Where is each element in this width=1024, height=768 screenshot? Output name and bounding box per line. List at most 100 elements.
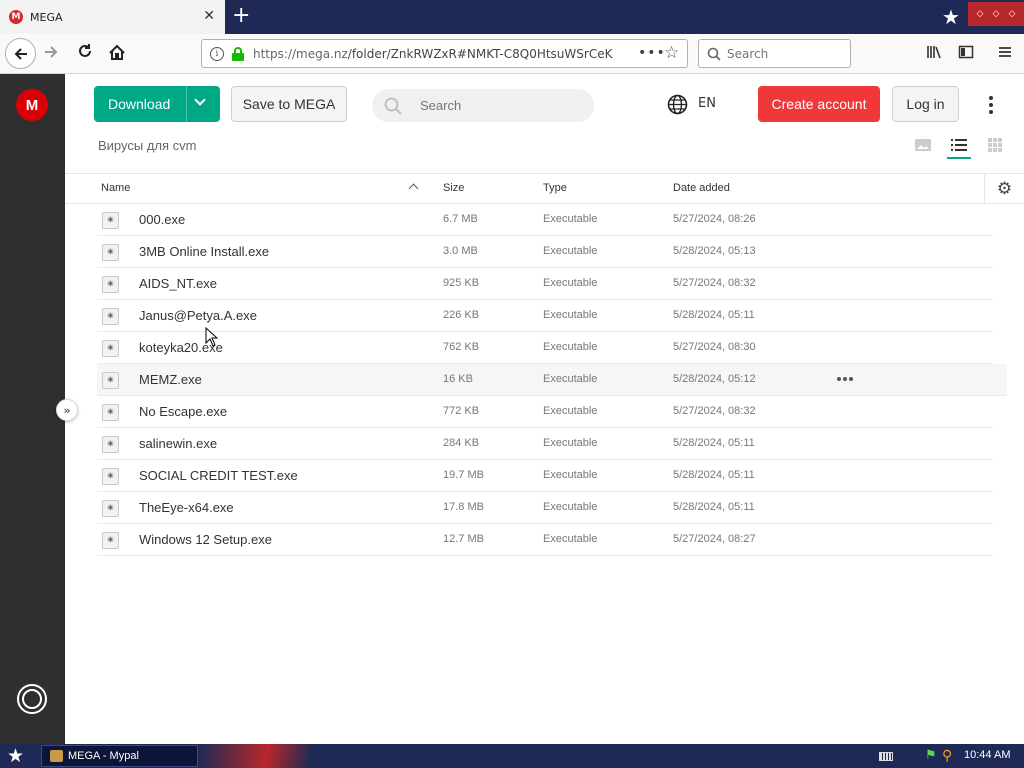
taskbar-decoration	[200, 744, 310, 768]
theme-star-icon: ★	[942, 5, 960, 29]
file-name[interactable]: MEMZ.exe	[139, 372, 202, 387]
file-name[interactable]: SOCIAL CREDIT TEST.exe	[139, 468, 298, 483]
navigation-bar: i https://mega.nz/folder/ZnkRWZxR#NMKT-C…	[0, 34, 1024, 74]
table-row[interactable]: ✷ No Escape.exe 772 KB Executable 5/27/2024,…	[97, 396, 993, 428]
reload-icon	[79, 44, 91, 57]
forward-button[interactable]	[42, 43, 60, 66]
search-icon	[707, 47, 721, 61]
language-selector[interactable]: EN	[698, 96, 716, 111]
library-icon[interactable]	[926, 44, 942, 64]
bookmark-star-icon[interactable]: ☆	[664, 43, 679, 63]
column-header-type[interactable]: Type	[543, 182, 567, 194]
save-to-mega-button[interactable]: Save to MEGA	[231, 86, 347, 122]
chevron-down-icon[interactable]	[194, 94, 206, 106]
account-avatar-icon[interactable]	[17, 684, 47, 714]
close-window-button[interactable]: ◇	[1009, 9, 1016, 19]
file-type: Executable	[543, 309, 598, 321]
lock-icon[interactable]	[232, 46, 244, 61]
file-date: 5/28/2024, 05:11	[673, 309, 755, 321]
column-header-name[interactable]: Name	[101, 182, 130, 194]
file-name[interactable]: 000.exe	[139, 212, 185, 227]
table-row[interactable]: ✷ Janus@Petya.A.exe 226 KB Executable 5/28/2…	[97, 300, 993, 332]
file-name[interactable]: TheEye-x64.exe	[139, 500, 234, 515]
login-button[interactable]: Log in	[892, 86, 959, 122]
table-row[interactable]: ✷ salinewin.exe 284 KB Executable 5/28/2024,…	[97, 428, 993, 460]
network-icon[interactable]: ⚑	[925, 748, 937, 763]
file-name[interactable]: salinewin.exe	[139, 436, 217, 451]
list-view-icon[interactable]	[950, 137, 968, 153]
executable-file-icon: ✷	[102, 532, 119, 549]
mega-search-box[interactable]	[372, 89, 594, 122]
browser-tab-strip: M MEGA ✕ + ★ ◇ ◇ ◇	[0, 0, 1024, 34]
file-type: Executable	[543, 245, 598, 257]
file-size: 772 KB	[443, 405, 480, 417]
page-actions-icon[interactable]: •••	[638, 45, 666, 61]
url-text[interactable]: https://mega.nz/folder/ZnkRWZxR#NMKT-C8Q…	[253, 47, 623, 61]
executable-file-icon: ✷	[102, 436, 119, 453]
taskbar-item-mega[interactable]: MEGA - Mypal	[41, 745, 198, 767]
file-size: 925 KB	[443, 277, 480, 289]
file-date: 5/28/2024, 05:13	[673, 245, 756, 257]
back-button[interactable]	[5, 38, 36, 69]
minimize-button[interactable]: ◇	[977, 9, 984, 19]
clock[interactable]: 10:44 AM	[964, 749, 1010, 761]
tray-search-icon[interactable]: ⚲	[942, 748, 952, 764]
tab-mega[interactable]: M MEGA ✕	[0, 0, 225, 34]
column-header-size[interactable]: Size	[443, 182, 464, 194]
url-bar[interactable]: i https://mega.nz/folder/ZnkRWZxR#NMKT-C…	[201, 39, 688, 68]
menu-icon[interactable]	[997, 44, 1013, 64]
table-row[interactable]: ✷ 000.exe 6.7 MB Executable 5/27/2024, 08:26	[97, 204, 993, 236]
file-type: Executable	[543, 213, 598, 225]
file-name[interactable]: 3MB Online Install.exe	[139, 244, 269, 259]
file-name[interactable]: No Escape.exe	[139, 404, 227, 419]
window-controls: ◇ ◇ ◇	[968, 2, 1024, 26]
taskbar-item-label: MEGA - Mypal	[68, 750, 139, 762]
mega-search-input[interactable]	[420, 98, 570, 113]
create-account-button[interactable]: Create account	[758, 86, 880, 122]
new-tab-button[interactable]: +	[232, 4, 250, 28]
download-button[interactable]: Download	[94, 86, 220, 122]
keyboard-icon[interactable]	[879, 752, 893, 761]
file-date: 5/28/2024, 05:11	[673, 501, 755, 513]
mega-favicon-icon: M	[9, 10, 23, 24]
arrow-right-icon	[45, 46, 58, 58]
file-name[interactable]: AIDS_NT.exe	[139, 276, 217, 291]
browser-search-input[interactable]	[727, 46, 837, 61]
table-row[interactable]: ✷ SOCIAL CREDIT TEST.exe 19.7 MB Executable…	[97, 460, 993, 492]
start-star-icon[interactable]: ★	[7, 745, 24, 767]
sort-ascending-icon[interactable]	[408, 183, 419, 194]
table-row[interactable]: ✷ AIDS_NT.exe 925 KB Executable 5/27/2024, 0…	[97, 268, 993, 300]
more-options-icon[interactable]	[986, 96, 996, 114]
maximize-button[interactable]: ◇	[993, 9, 1000, 19]
file-name[interactable]: Windows 12 Setup.exe	[139, 532, 272, 547]
thumbnail-view-icon[interactable]	[914, 137, 932, 153]
column-settings-gear-icon[interactable]: ⚙	[984, 174, 1024, 204]
search-icon	[384, 97, 402, 115]
table-row[interactable]: ✷ Windows 12 Setup.exe 12.7 MB Executable 5/…	[97, 524, 993, 556]
file-list: ✷ 000.exe 6.7 MB Executable 5/27/2024, 08:26…	[97, 204, 1007, 556]
mega-logo-icon[interactable]: M	[16, 89, 48, 121]
file-type: Executable	[543, 373, 598, 385]
sidebar-toggle-icon[interactable]	[958, 44, 974, 64]
file-date: 5/28/2024, 05:11	[673, 437, 755, 449]
tab-close-icon[interactable]: ✕	[203, 8, 215, 24]
table-row[interactable]: ✷ 3MB Online Install.exe 3.0 MB Executable 5…	[97, 236, 993, 268]
table-row[interactable]: ✷ MEMZ.exe 16 KB Executable 5/28/2024, 05:12	[97, 364, 1007, 396]
globe-icon[interactable]	[667, 94, 688, 115]
home-button[interactable]	[106, 42, 128, 64]
row-more-options-icon[interactable]	[837, 377, 853, 381]
file-size: 226 KB	[443, 309, 480, 321]
grid-view-icon[interactable]	[986, 137, 1004, 153]
executable-file-icon: ✷	[102, 500, 119, 517]
file-type: Executable	[543, 437, 598, 449]
expand-sidebar-button[interactable]: »	[56, 399, 78, 421]
browser-search-box[interactable]	[698, 39, 851, 68]
column-header-date[interactable]: Date added	[673, 182, 730, 194]
file-name[interactable]: Janus@Petya.A.exe	[139, 308, 257, 323]
table-row[interactable]: ✷ TheEye-x64.exe 17.8 MB Executable 5/28/202…	[97, 492, 993, 524]
table-row[interactable]: ✷ koteyka20.exe 762 KB Executable 5/27/2024,…	[97, 332, 993, 364]
file-type: Executable	[543, 533, 598, 545]
home-icon	[109, 44, 125, 60]
info-icon[interactable]: i	[210, 46, 224, 61]
reload-button[interactable]	[76, 42, 94, 65]
